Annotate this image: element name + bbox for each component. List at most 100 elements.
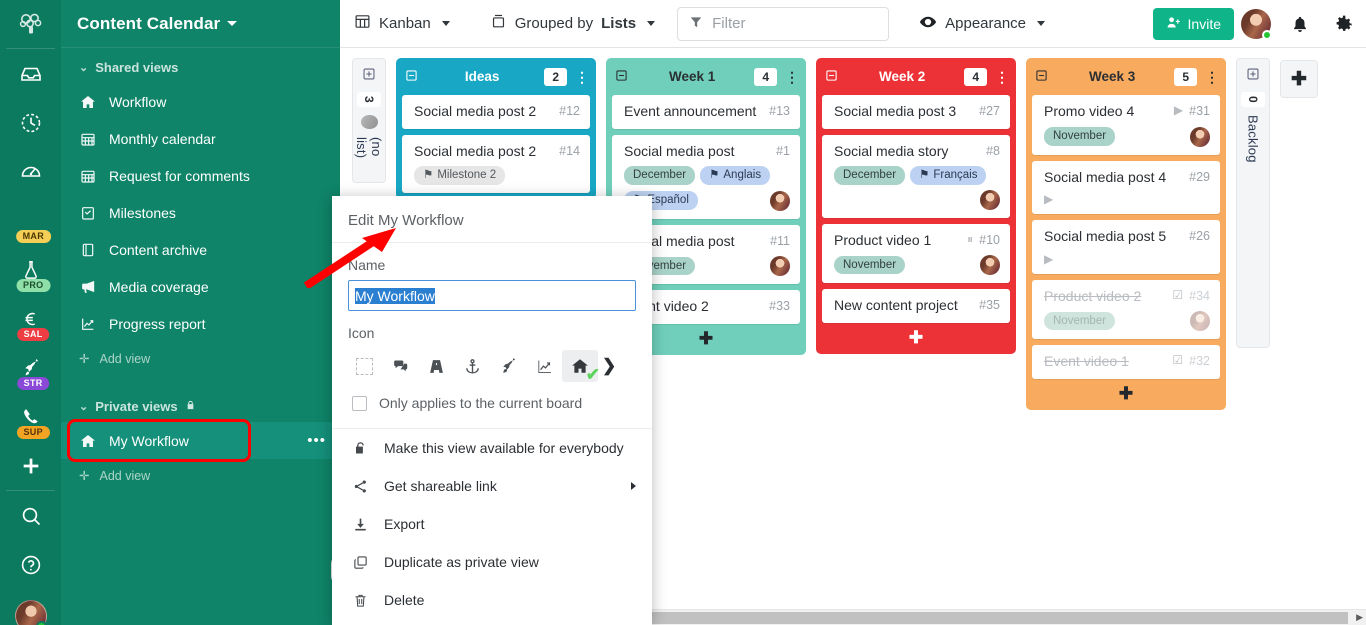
card[interactable]: Social media post 2 #14 ⚑ Milestone 2 <box>402 134 590 193</box>
collapsed-column-no-list[interactable]: 3 (no list) <box>352 58 386 183</box>
tag-label: Français <box>933 169 978 181</box>
rail-item-search-icon[interactable] <box>0 491 61 540</box>
column-header[interactable]: Week 3 5 ⋮ <box>1032 64 1220 89</box>
column-header[interactable]: Week 2 4 ⋮ <box>822 64 1010 89</box>
rail-item-strategy-icon[interactable]: STR <box>0 343 61 392</box>
card-title: Social media story <box>834 142 949 159</box>
column-title: Week 2 <box>879 69 926 84</box>
sidebar-item-workflow[interactable]: Workflow <box>61 83 340 120</box>
column-header[interactable]: Ideas 2 ⋮ <box>402 64 590 89</box>
menu-item-make-available[interactable]: Make this view available for everybody <box>332 429 652 467</box>
icon-option-chart-line-icon[interactable] <box>526 350 562 382</box>
grouped-by-value: Lists <box>601 15 637 32</box>
search-input[interactable] <box>712 15 863 32</box>
column-menu-button[interactable]: ⋮ <box>785 70 799 84</box>
card[interactable]: New content project #35 <box>822 289 1010 323</box>
shared-views-section-header[interactable]: ⌄ Shared views <box>61 48 340 83</box>
card-tag-milestone: ⚑ Milestone 2 <box>414 166 506 185</box>
view-options-button[interactable]: ••• <box>307 432 326 449</box>
appearance-dropdown[interactable]: Appearance <box>905 0 1059 48</box>
card-id: #14 <box>559 143 580 158</box>
rail-item-marketing-icon[interactable]: MAR <box>0 196 61 245</box>
rail-item-sales-icon[interactable]: SAL <box>0 294 61 343</box>
view-type-label: Kanban <box>379 15 431 32</box>
sidebar-item-my-workflow[interactable]: My Workflow ••• <box>61 419 340 462</box>
column-title: Week 3 <box>1089 69 1136 84</box>
home-icon <box>79 433 97 449</box>
milestone-icon <box>79 205 97 221</box>
rail-user-avatar[interactable] <box>0 589 61 625</box>
menu-item-delete[interactable]: Delete <box>332 581 652 619</box>
rail-item-dashboard-icon[interactable] <box>0 147 61 196</box>
menu-item-duplicate[interactable]: Duplicate as private view <box>332 543 652 581</box>
card[interactable]: Product video 2 ☑ #34 November <box>1032 279 1220 339</box>
rail-item-add-space-icon[interactable] <box>0 441 61 490</box>
next-icons-button[interactable]: ❯ <box>602 356 616 376</box>
collapse-icon[interactable] <box>825 69 840 85</box>
toolbar: Kanban Grouped by Lists Appearance <box>340 0 1366 48</box>
view-type-dropdown[interactable]: Kanban <box>340 0 464 48</box>
invite-button[interactable]: Invite <box>1152 7 1234 40</box>
only-current-board-checkbox[interactable] <box>352 395 367 411</box>
user-avatar-button[interactable] <box>1234 0 1278 48</box>
eye-icon <box>919 13 937 35</box>
column-title: (no list) <box>354 136 384 159</box>
paused-icon: ⏸ <box>967 231 974 246</box>
play-icon: ▶ <box>1044 192 1054 206</box>
sidebar-item-monthly-calendar[interactable]: Monthly calendar <box>61 120 340 157</box>
card[interactable]: Event video 1 ☑ #32 <box>1032 345 1220 379</box>
card-id: #33 <box>769 299 790 314</box>
add-view-shared-button[interactable]: ✛ Add view <box>61 342 340 375</box>
card[interactable]: Social media story #8 December ⚑ Françai… <box>822 134 1010 218</box>
collapse-icon[interactable] <box>615 69 630 85</box>
sidebar-item-progress-report[interactable]: Progress report <box>61 305 340 342</box>
expand-icon[interactable] <box>1246 67 1260 84</box>
icon-option-road-icon[interactable] <box>418 350 454 382</box>
card[interactable]: Social media post 3 #27 <box>822 95 1010 129</box>
icon-option-rocket-icon[interactable] <box>490 350 526 382</box>
card[interactable]: Product video 1 ⏸ #10 November <box>822 223 1010 284</box>
filter-box[interactable] <box>677 6 890 41</box>
icon-option-home-icon[interactable]: ✔ <box>562 350 600 384</box>
app-logo[interactable] <box>0 0 61 48</box>
column-menu-button[interactable]: ⋮ <box>575 70 589 84</box>
menu-item-export[interactable]: Export <box>332 505 652 543</box>
add-column-button[interactable]: ✚ <box>1280 60 1318 98</box>
notifications-button[interactable] <box>1278 0 1322 48</box>
add-view-private-button[interactable]: ✛ Add view <box>61 459 340 492</box>
rail-item-support-icon[interactable]: SUP <box>0 392 61 441</box>
megaphone-icon <box>79 278 97 295</box>
icon-option-anchor-icon[interactable] <box>454 350 490 382</box>
only-current-board-row[interactable]: Only applies to the current board <box>332 382 652 411</box>
card[interactable]: Social media post 2 #12 <box>402 95 590 129</box>
add-card-button[interactable]: ✚ <box>822 323 1010 348</box>
rail-item-time-tracking-icon[interactable] <box>0 98 61 147</box>
card[interactable]: Event announcement #13 <box>612 95 800 129</box>
column-header[interactable]: Week 1 4 ⋮ <box>612 64 800 89</box>
card[interactable]: Social media post 5 #26 ▶ <box>1032 220 1220 274</box>
collapsed-column-backlog[interactable]: 0 Backlog <box>1236 58 1270 348</box>
icon-option-comment-icon[interactable] <box>382 350 418 382</box>
column-menu-button[interactable]: ⋮ <box>995 70 1009 84</box>
expand-icon[interactable] <box>362 67 376 84</box>
rail-item-inbox-icon[interactable] <box>0 49 61 98</box>
board-title-dropdown[interactable]: Content Calendar <box>61 0 340 48</box>
rail-item-help-icon[interactable] <box>0 540 61 589</box>
icon-option-none-icon[interactable] <box>346 350 382 382</box>
card[interactable]: Social media post 4 #29 ▶ <box>1032 160 1220 214</box>
sidebar-item-request-for-comments[interactable]: Request for comments <box>61 157 340 194</box>
collapse-icon[interactable] <box>405 69 420 85</box>
collapse-icon[interactable] <box>1035 69 1050 85</box>
card-assignee-avatar <box>1190 311 1210 331</box>
rail-item-product-icon[interactable]: PRO <box>0 245 61 294</box>
card[interactable]: Promo video 4 ▶ #31 November <box>1032 95 1220 155</box>
menu-item-get-shareable-link[interactable]: Get shareable link <box>332 467 652 505</box>
private-views-section-header[interactable]: ⌄ Private views <box>61 375 340 422</box>
add-card-button[interactable]: ✚ <box>1032 379 1220 404</box>
column-menu-button[interactable]: ⋮ <box>1205 70 1219 84</box>
grouped-by-dropdown[interactable]: Grouped by Lists <box>476 0 669 48</box>
settings-button[interactable] <box>1322 0 1366 48</box>
scroll-right-arrow[interactable]: ▶ <box>1356 612 1363 623</box>
card-assignee-avatar <box>1190 126 1210 147</box>
sidebar-item-label: Monthly calendar <box>109 130 216 147</box>
